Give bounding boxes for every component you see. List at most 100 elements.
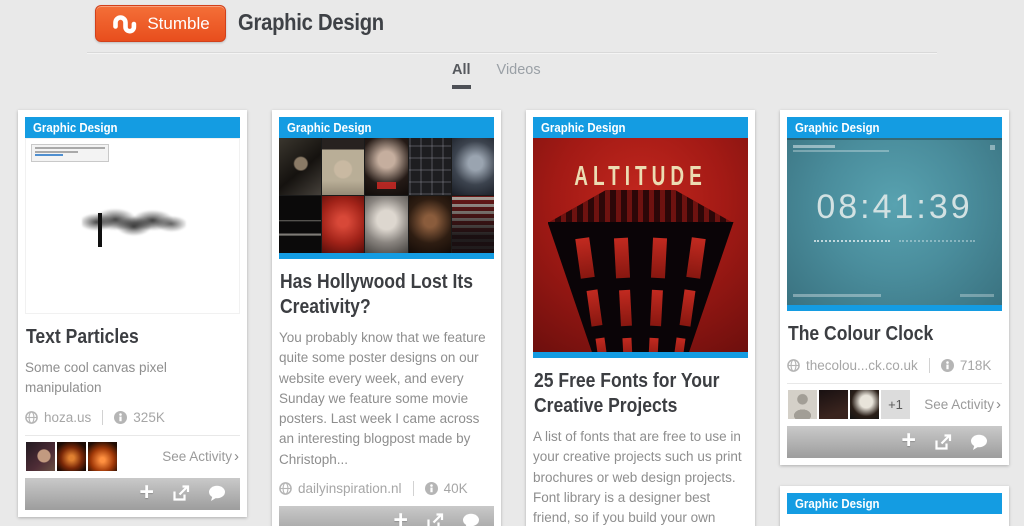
decorative-text-line — [960, 294, 994, 297]
info-icon — [425, 482, 438, 495]
movie-poster-collage — [279, 138, 494, 253]
info-icon — [941, 359, 954, 372]
add-to-list-button[interactable]: + — [901, 428, 916, 453]
avatar-placeholder[interactable] — [788, 390, 817, 419]
building-window-row — [589, 290, 693, 326]
tab-all[interactable]: All — [452, 62, 471, 89]
grid-column-1: Graphic Design Text Particles Some cool … — [18, 110, 247, 517]
info-icon — [114, 411, 127, 424]
card-view-count: 40K — [444, 481, 468, 496]
globe-icon — [25, 411, 38, 424]
page-title: Graphic Design — [238, 9, 404, 36]
decorative-text-line — [35, 151, 78, 153]
poster-tile — [409, 138, 451, 195]
more-avatars-badge[interactable]: +1 — [881, 390, 910, 419]
meta-separator — [929, 358, 930, 373]
avatar[interactable] — [26, 442, 55, 471]
card-thumbnail-movie-posters[interactable] — [279, 138, 494, 259]
meta-separator — [102, 410, 103, 425]
card-view-count: 718K — [960, 358, 992, 373]
decorative-text-line — [793, 294, 881, 297]
card-source[interactable]: thecolou...ck.co.uk — [806, 358, 918, 373]
card-partial-next: Graphic Design — [780, 486, 1009, 526]
tab-videos[interactable]: Videos — [497, 62, 541, 89]
card-grid: Graphic Design Text Particles Some cool … — [18, 110, 1009, 526]
card-description: You probably know that we feature quite … — [279, 328, 494, 470]
card-category-header[interactable]: Graphic Design — [787, 493, 1002, 514]
card-hollywood: Graphic Design Has Hollywood Lost Its Cr… — [272, 110, 501, 526]
poster-tile — [279, 138, 321, 195]
altitude-poster-title: ALTITUDE — [533, 162, 748, 194]
altitude-building-body — [548, 222, 734, 358]
filter-tabs: All Videos — [452, 62, 541, 89]
grid-column-2: Graphic Design Has Hollywood Lost Its Cr… — [272, 110, 501, 526]
card-title[interactable]: Text Particles — [26, 325, 241, 350]
clock-underlines — [787, 240, 1002, 242]
chevron-right-icon: › — [996, 396, 1001, 413]
card-title[interactable]: 25 Free Fonts for Your Creative Projects — [534, 369, 749, 419]
card-meta-row: dailyinspiration.nl 40K — [279, 481, 494, 496]
card-source[interactable]: hoza.us — [44, 410, 91, 425]
card-text-particles: Graphic Design Text Particles Some cool … — [18, 110, 247, 517]
card-view-count: 325K — [133, 410, 165, 425]
particle-cursor-bar — [98, 213, 102, 247]
chevron-right-icon: › — [234, 448, 239, 465]
grid-column-4: Graphic Design 08:41:39 The Colour Clock… — [780, 110, 1009, 526]
share-icon[interactable] — [172, 485, 190, 502]
add-to-list-button[interactable]: + — [393, 508, 408, 526]
poster-tile — [409, 196, 451, 253]
decorative-link-line — [35, 154, 63, 156]
comment-icon[interactable] — [462, 513, 480, 526]
altitude-building-roof — [550, 190, 732, 222]
building-window-row — [578, 238, 704, 278]
add-to-list-button[interactable]: + — [139, 480, 154, 505]
avatar[interactable] — [819, 390, 848, 419]
decorative-text-line — [793, 145, 835, 148]
card-source[interactable]: dailyinspiration.nl — [298, 481, 402, 496]
meta-separator — [413, 481, 414, 496]
card-activity-row: +1 See Activity› — [787, 383, 1002, 426]
grid-column-3: Graphic Design ALTITUDE 25 Free Fonts fo… — [526, 110, 755, 526]
card-category-header[interactable]: Graphic Design — [279, 117, 494, 138]
card-category-header[interactable]: Graphic Design — [533, 117, 748, 138]
share-icon[interactable] — [934, 434, 952, 451]
building-window-row — [597, 338, 685, 358]
decorative-dot — [990, 145, 995, 150]
card-description: A list of fonts that are free to use in … — [533, 427, 748, 526]
decorative-text-line — [35, 147, 105, 149]
poster-tile — [452, 138, 494, 195]
avatar[interactable] — [57, 442, 86, 471]
clock-time-display: 08:41:39 — [787, 188, 1002, 227]
card-thumbnail-text-particles[interactable] — [25, 138, 240, 314]
see-activity-link[interactable]: See Activity› — [924, 396, 1001, 413]
poster-tile — [452, 196, 494, 253]
see-activity-link[interactable]: See Activity› — [162, 448, 239, 465]
poster-tile — [279, 196, 321, 253]
comment-icon[interactable] — [970, 434, 988, 451]
avatar[interactable] — [88, 442, 117, 471]
card-title[interactable]: The Colour Clock — [788, 322, 1003, 347]
card-meta-row: hoza.us 325K — [25, 410, 240, 425]
card-title[interactable]: Has Hollywood Lost Its Creativity? — [280, 270, 495, 320]
header-divider — [87, 52, 937, 53]
share-icon[interactable] — [426, 513, 444, 526]
poster-tile — [365, 138, 407, 195]
card-thumbnail-altitude-poster[interactable]: ALTITUDE — [533, 138, 748, 358]
card-action-bar: + — [279, 506, 494, 526]
stumble-button[interactable]: Stumble — [95, 5, 226, 42]
card-category-header[interactable]: Graphic Design — [25, 117, 240, 138]
card-colour-clock: Graphic Design 08:41:39 The Colour Clock… — [780, 110, 1009, 465]
globe-icon — [787, 359, 800, 372]
comment-icon[interactable] — [208, 485, 226, 502]
card-meta-row: thecolou...ck.co.uk 718K — [787, 358, 1002, 373]
card-category-header[interactable]: Graphic Design — [787, 117, 1002, 138]
poster-tile — [365, 196, 407, 253]
card-thumbnail-colour-clock[interactable]: 08:41:39 — [787, 138, 1002, 311]
globe-icon — [279, 482, 292, 495]
card-free-fonts: Graphic Design ALTITUDE 25 Free Fonts fo… — [526, 110, 755, 526]
card-action-bar: + — [787, 426, 1002, 458]
decorative-text-line — [793, 150, 889, 152]
clock-browser-strip — [787, 138, 1002, 140]
thumbnail-tooltip-box — [31, 144, 109, 162]
avatar[interactable] — [850, 390, 879, 419]
